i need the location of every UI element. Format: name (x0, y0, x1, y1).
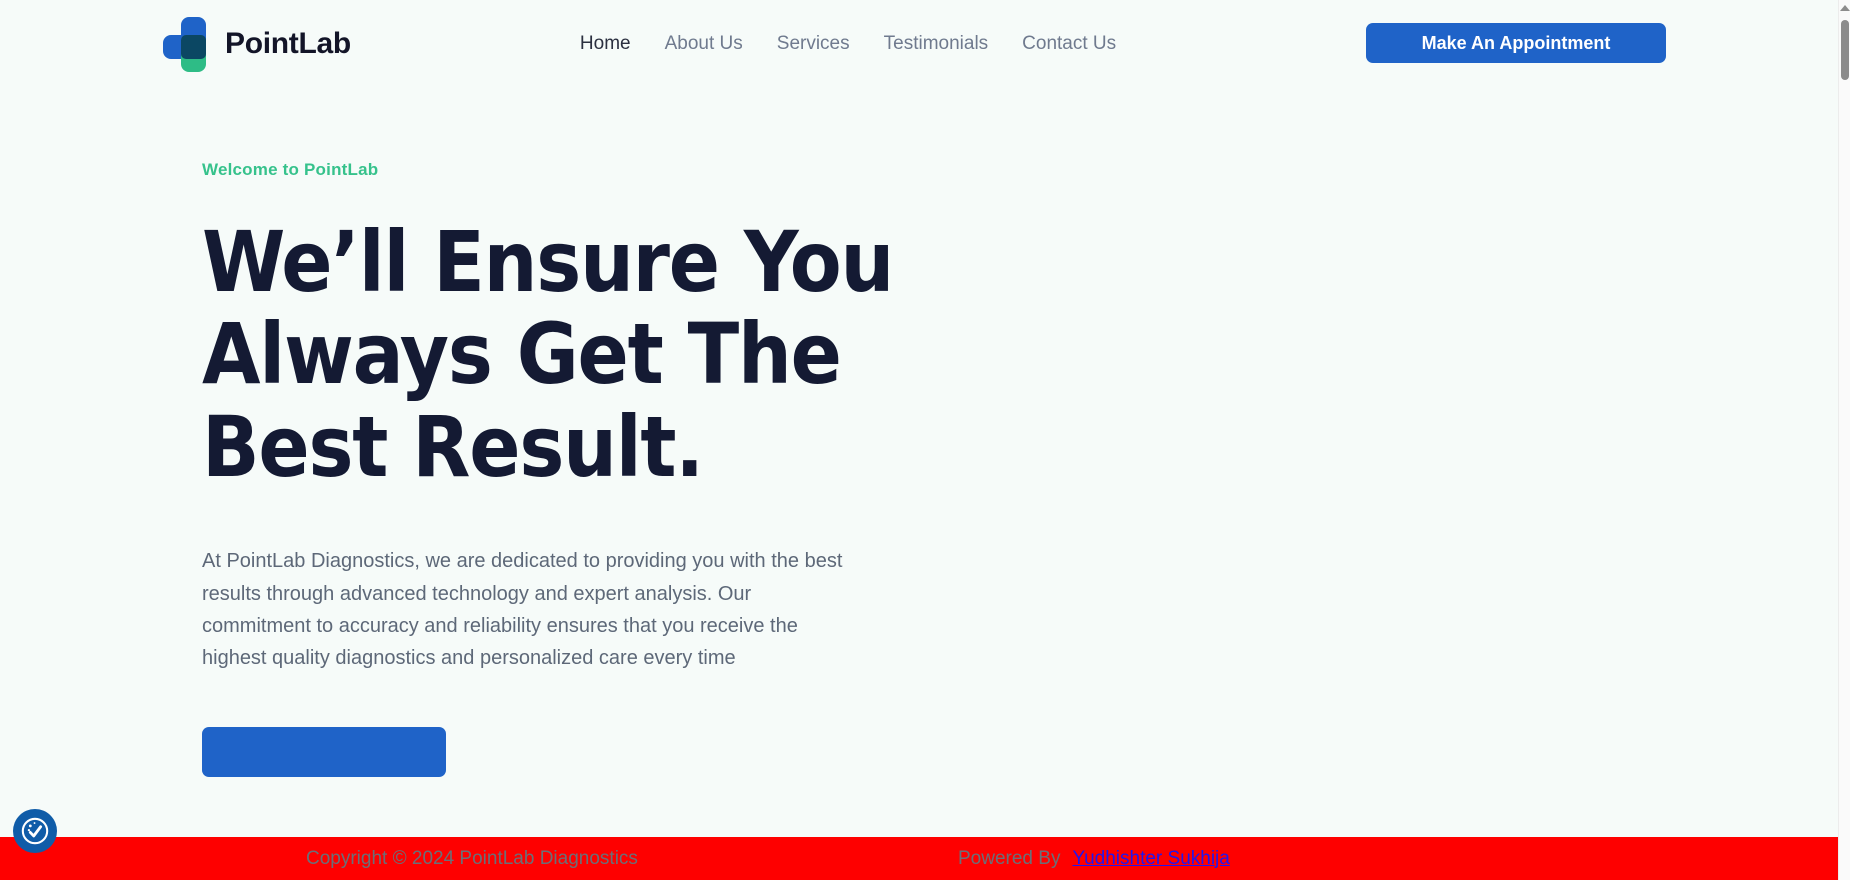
primary-navigation: Home About Us Services Testimonials Cont… (563, 33, 1133, 55)
cookie-consent-icon (21, 817, 49, 845)
footer-author-link[interactable]: Yudhishter Sukhija (1072, 848, 1229, 870)
footer-bar: Copyright © 2024 PointLab Diagnostics Po… (0, 837, 1838, 880)
nav-item-contact-us[interactable]: Contact Us (1005, 33, 1133, 55)
page-title: We’ll Ensure You Always Get The Best Res… (202, 213, 922, 496)
medical-cross-icon (163, 15, 211, 73)
hero-section: Welcome to PointLab We’ll Ensure You Alw… (0, 160, 1838, 777)
hero-title-line-1: We’ll Ensure You (202, 213, 894, 311)
hero-cta-button[interactable] (202, 726, 446, 777)
site-header: PointLab Home About Us Services Testimon… (0, 0, 1838, 88)
nav-item-testimonials[interactable]: Testimonials (867, 33, 1006, 55)
hero-title-line-2: Always Get The (202, 305, 842, 404)
hero-eyebrow: Welcome to PointLab (202, 160, 379, 179)
footer-powered-by: Powered By Yudhishter Sukhija (958, 848, 1230, 870)
hero-description: At PointLab Diagnostics, we are dedicate… (202, 550, 843, 670)
footer-powered-label: Powered By (958, 847, 1061, 869)
nav-item-services[interactable]: Services (760, 33, 867, 55)
nav-item-home[interactable]: Home (563, 33, 648, 55)
hero-title-line-3: Best Result. (202, 397, 704, 496)
page-viewport: PointLab Home About Us Services Testimon… (0, 0, 1850, 880)
scrollbar-thumb[interactable] (1841, 20, 1849, 80)
cookie-consent-button[interactable] (13, 809, 57, 853)
brand-logo[interactable]: PointLab (163, 15, 351, 73)
make-appointment-button[interactable]: Make An Appointment (1366, 23, 1666, 63)
logo-shape-overlap (181, 35, 206, 59)
footer-copyright: Copyright © 2024 PointLab Diagnostics (306, 847, 638, 869)
nav-item-about-us[interactable]: About Us (648, 33, 760, 55)
scroll-up-arrow-icon[interactable] (1840, 5, 1850, 11)
brand-name: PointLab (225, 27, 351, 60)
page-scrollbar[interactable] (1838, 0, 1850, 880)
